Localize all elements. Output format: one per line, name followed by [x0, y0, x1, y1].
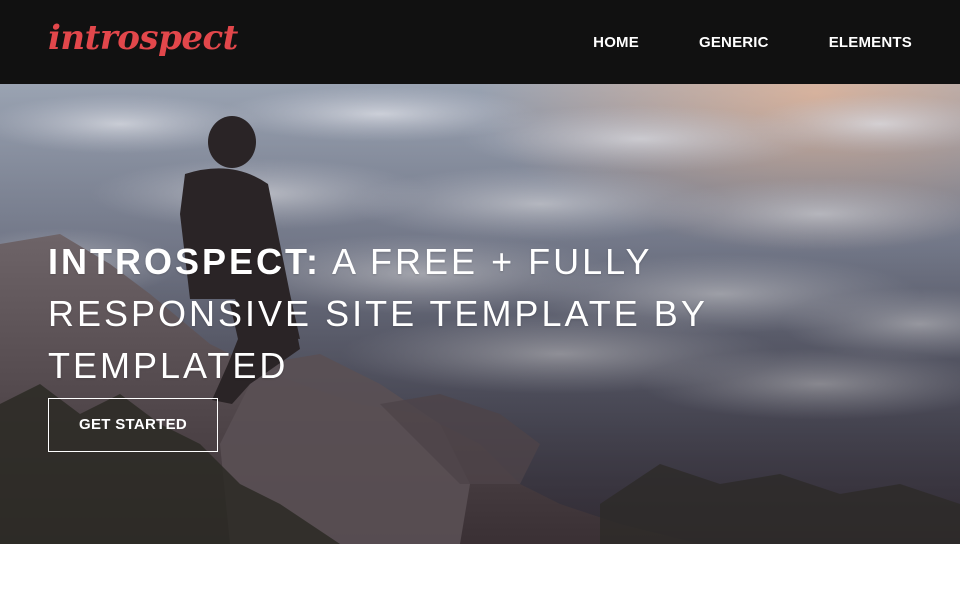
- hero-banner: INTROSPECT: A FREE + FULLY RESPONSIVE SI…: [0, 84, 960, 544]
- hero-content: INTROSPECT: A FREE + FULLY RESPONSIVE SI…: [48, 236, 908, 452]
- nav-link-generic[interactable]: GENERIC: [699, 34, 769, 51]
- main-nav: HOME GENERIC ELEMENTS: [533, 0, 912, 84]
- site-logo[interactable]: introspect: [48, 18, 238, 58]
- hero-title-strong: INTROSPECT:: [48, 241, 322, 282]
- nav-link-elements[interactable]: ELEMENTS: [829, 34, 912, 51]
- hero-title: INTROSPECT: A FREE + FULLY RESPONSIVE SI…: [48, 236, 908, 392]
- nav-link-home[interactable]: HOME: [593, 34, 639, 51]
- site-header: introspect HOME GENERIC ELEMENTS: [0, 0, 960, 84]
- get-started-button[interactable]: GET STARTED: [48, 398, 219, 452]
- content-area: [0, 544, 960, 600]
